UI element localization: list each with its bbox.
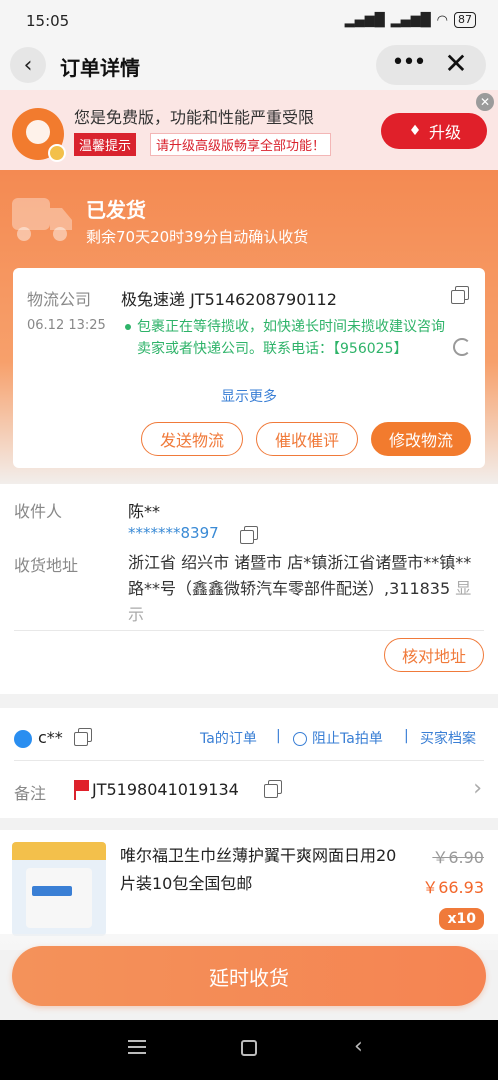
truck-icon — [12, 198, 72, 241]
buyer-profile-link[interactable]: 买家档案 — [420, 728, 476, 748]
logistics-company-label: 物流公司 — [27, 290, 92, 309]
more-button[interactable]: ••• — [386, 49, 430, 81]
receiver-phone[interactable]: *******8397 — [128, 524, 219, 542]
chevron-left-icon: ‹ — [23, 52, 33, 78]
app-logo-icon — [12, 108, 66, 162]
page-title: 订单详情 — [60, 56, 140, 80]
product-item[interactable]: 唯尔福卫生巾丝薄护翼干爽网面日用20片装10包全国包邮 ￥6.90 ￥66.93… — [0, 830, 498, 950]
status-dot-icon — [125, 324, 131, 330]
receiver-name: 陈** — [128, 502, 161, 521]
block-buyer-link[interactable]: 阻止Ta拍单 — [312, 728, 383, 748]
banner-title: 您是免费版，功能和性能严重受限 — [74, 108, 315, 127]
quantity-badge: x10 — [439, 908, 484, 930]
copy-tracking-icon[interactable] — [451, 286, 469, 304]
system-nav-bar: ‹ — [0, 1020, 498, 1080]
upgrade-banner: 您是免费版，功能和性能严重受限 温馨提示 请升级高级版畅享全部功能！ ♦ 升级 … — [0, 90, 498, 170]
banner-tag: 温馨提示 — [74, 133, 137, 156]
divider — [14, 630, 484, 631]
buyer-avatar-icon — [14, 730, 32, 748]
nav-back-icon[interactable]: ‹ — [354, 1034, 363, 1059]
red-flag-icon — [74, 780, 90, 800]
logistics-company-value: 极兔速递 JT5146208790112 — [121, 290, 337, 309]
banner-close-icon[interactable]: ✕ — [476, 93, 494, 111]
copy-buyer-icon[interactable] — [74, 728, 92, 746]
status-time: 15:05 — [26, 12, 70, 30]
upgrade-label: 升级 — [428, 123, 461, 142]
check-address-button[interactable]: 核对地址 — [384, 638, 484, 672]
buyer-section: c** Ta的订单 | 阻止Ta拍单 | 买家档案 备注 JT519804101… — [0, 708, 498, 818]
buyer-name: c** — [38, 728, 63, 747]
bottom-action-bar: 延时收货 — [0, 934, 498, 1020]
copy-note-icon[interactable] — [264, 780, 282, 798]
block-icon — [293, 732, 307, 746]
signal-icon-2: ▂▄▆█ — [390, 12, 431, 28]
chevron-right-icon[interactable]: › — [473, 776, 482, 801]
diamond-icon: ♦ — [408, 123, 422, 139]
mini-program-capsule: ••• ✕ — [376, 45, 486, 85]
buyer-orders-link[interactable]: Ta的订单 — [200, 728, 257, 748]
back-button[interactable]: ‹ — [10, 47, 46, 83]
receiver-address: 浙江省 绍兴市 诸暨市 店*镇浙江省诸暨市**镇**路**号（鑫鑫微轿汽车零部件… — [128, 550, 478, 628]
status-icons: ▂▄▆█ ▂▄▆█ ◠ 87 — [345, 12, 476, 28]
copy-phone-icon[interactable] — [240, 526, 258, 544]
product-title: 唯尔福卫生巾丝薄护翼干爽网面日用20片装10包全国包邮 — [120, 846, 397, 893]
link-separator: | — [276, 728, 281, 744]
logistics-time: 06.12 13:25 — [27, 318, 106, 333]
vip-badge-icon — [48, 144, 66, 162]
upgrade-button[interactable]: ♦ 升级 — [381, 113, 487, 149]
address-label: 收货地址 — [14, 556, 79, 575]
delay-receipt-button[interactable]: 延时收货 — [12, 946, 486, 1006]
product-price: ￥66.93 — [422, 878, 484, 897]
edit-logistics-button[interactable]: 修改物流 — [371, 422, 471, 456]
logistics-card: 物流公司 极兔速递 JT5146208790112 06.12 13:25 包裹… — [13, 268, 485, 468]
shipping-status-title: 已发货 — [86, 198, 146, 222]
close-button[interactable]: ✕ — [438, 49, 474, 81]
home-icon[interactable] — [241, 1040, 257, 1056]
product-image[interactable] — [12, 842, 106, 936]
refresh-icon[interactable] — [453, 338, 471, 356]
battery-icon: 87 — [454, 12, 476, 28]
auto-confirm-countdown: 剩余70天20时39分自动确认收货 — [86, 228, 309, 246]
recents-icon[interactable] — [128, 1040, 146, 1054]
wifi-icon: ◠ — [436, 12, 448, 28]
address-text: 浙江省 绍兴市 诸暨市 店*镇浙江省诸暨市**镇**路**号（鑫鑫微轿汽车零部件… — [128, 553, 472, 598]
note-value: JT5198041019134 — [92, 780, 239, 799]
receiver-section: 收件人 陈** *******8397 收货地址 浙江省 绍兴市 诸暨市 店*镇… — [0, 484, 498, 694]
banner-subtitle: 请升级高级版畅享全部功能！ — [150, 133, 332, 156]
app-header: ‹ 订单详情 ••• ✕ — [0, 44, 498, 90]
receiver-label: 收件人 — [14, 502, 63, 521]
urge-review-button[interactable]: 催收催评 — [256, 422, 358, 456]
signal-icon: ▂▄▆█ — [344, 12, 385, 28]
divider — [14, 760, 484, 761]
note-label: 备注 — [14, 784, 47, 803]
link-separator: | — [404, 728, 409, 744]
status-bar: 15:05 ▂▄▆█ ▂▄▆█ ◠ 87 — [0, 0, 498, 44]
logistics-message: 包裹正在等待揽收，如快递长时间未揽收建议咨询卖家或者快递公司。联系电话：【956… — [137, 319, 445, 357]
original-price: ￥6.90 — [432, 848, 484, 867]
send-logistics-button[interactable]: 发送物流 — [141, 422, 243, 456]
show-more-link[interactable]: 显示更多 — [13, 386, 485, 406]
